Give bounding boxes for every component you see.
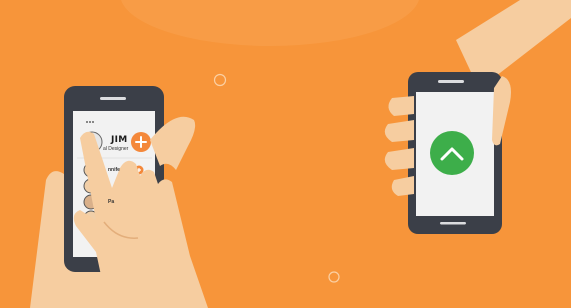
right-phone-speaker xyxy=(438,80,464,83)
profile-role: al Designer xyxy=(103,146,129,152)
success-button[interactable] xyxy=(430,131,474,175)
contact-name: Pa xyxy=(108,199,115,205)
right-phone-home-bar[interactable] xyxy=(440,222,466,225)
profile-name: JIM xyxy=(111,135,128,145)
menu-icon[interactable] xyxy=(86,121,94,123)
left-phone-speaker xyxy=(100,97,126,100)
add-profile-button[interactable] xyxy=(131,132,151,152)
contact-name: nnife xyxy=(108,167,120,173)
scene-svg xyxy=(0,0,571,308)
right-hand-finger xyxy=(388,96,414,116)
illustration-scene: JIM al Designer nnife Pa xyxy=(0,0,571,308)
